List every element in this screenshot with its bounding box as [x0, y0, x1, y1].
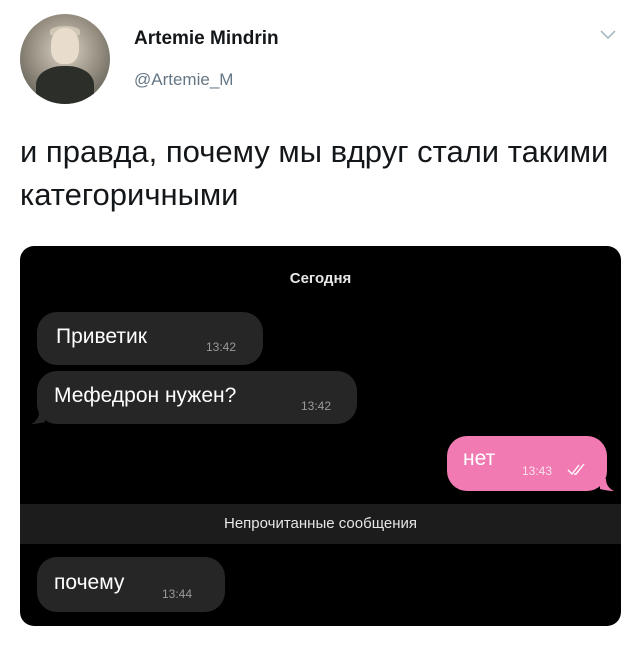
author-handle[interactable]: @Artemie_M	[134, 70, 233, 90]
chat-screenshot: Сегодня Приветик 13:42 Мефедрон нужен? 1…	[20, 246, 621, 626]
tweet-card: Artemie Mindrin @Artemie_M и правда, поч…	[0, 0, 640, 650]
message-bubble-outgoing: нет 13:43	[447, 436, 607, 491]
message-bubble-incoming: Приветик 13:42	[37, 312, 263, 365]
unread-divider: Непрочитанные сообщения	[20, 504, 621, 544]
message-time: 13:42	[206, 340, 237, 354]
message-time: 13:43	[522, 464, 553, 478]
avatar[interactable]	[20, 14, 110, 104]
bubble-tail	[600, 479, 614, 491]
message-bubble-incoming: Мефедрон нужен? 13:42	[37, 371, 357, 424]
message-time: 13:44	[162, 587, 193, 601]
message-text: нет	[463, 447, 496, 470]
message-bubble-incoming: почему 13:44	[37, 557, 225, 612]
author-name[interactable]: Artemie Mindrin	[134, 28, 279, 50]
message-time: 13:42	[301, 399, 332, 413]
message-text: почему	[54, 571, 125, 594]
chevron-down-icon[interactable]	[600, 30, 616, 40]
avatar-face	[51, 28, 79, 64]
double-check-icon	[567, 463, 585, 476]
tweet-text: и правда, почему мы вдруг стали такими к…	[20, 134, 609, 212]
message-text: Приветик	[56, 325, 147, 348]
avatar-body	[36, 66, 94, 104]
chat-date-label: Сегодня	[289, 270, 352, 287]
message-text: Мефедрон нужен?	[54, 384, 237, 407]
unread-label: Непрочитанные сообщения	[224, 515, 417, 532]
bubble-tail	[31, 412, 45, 424]
